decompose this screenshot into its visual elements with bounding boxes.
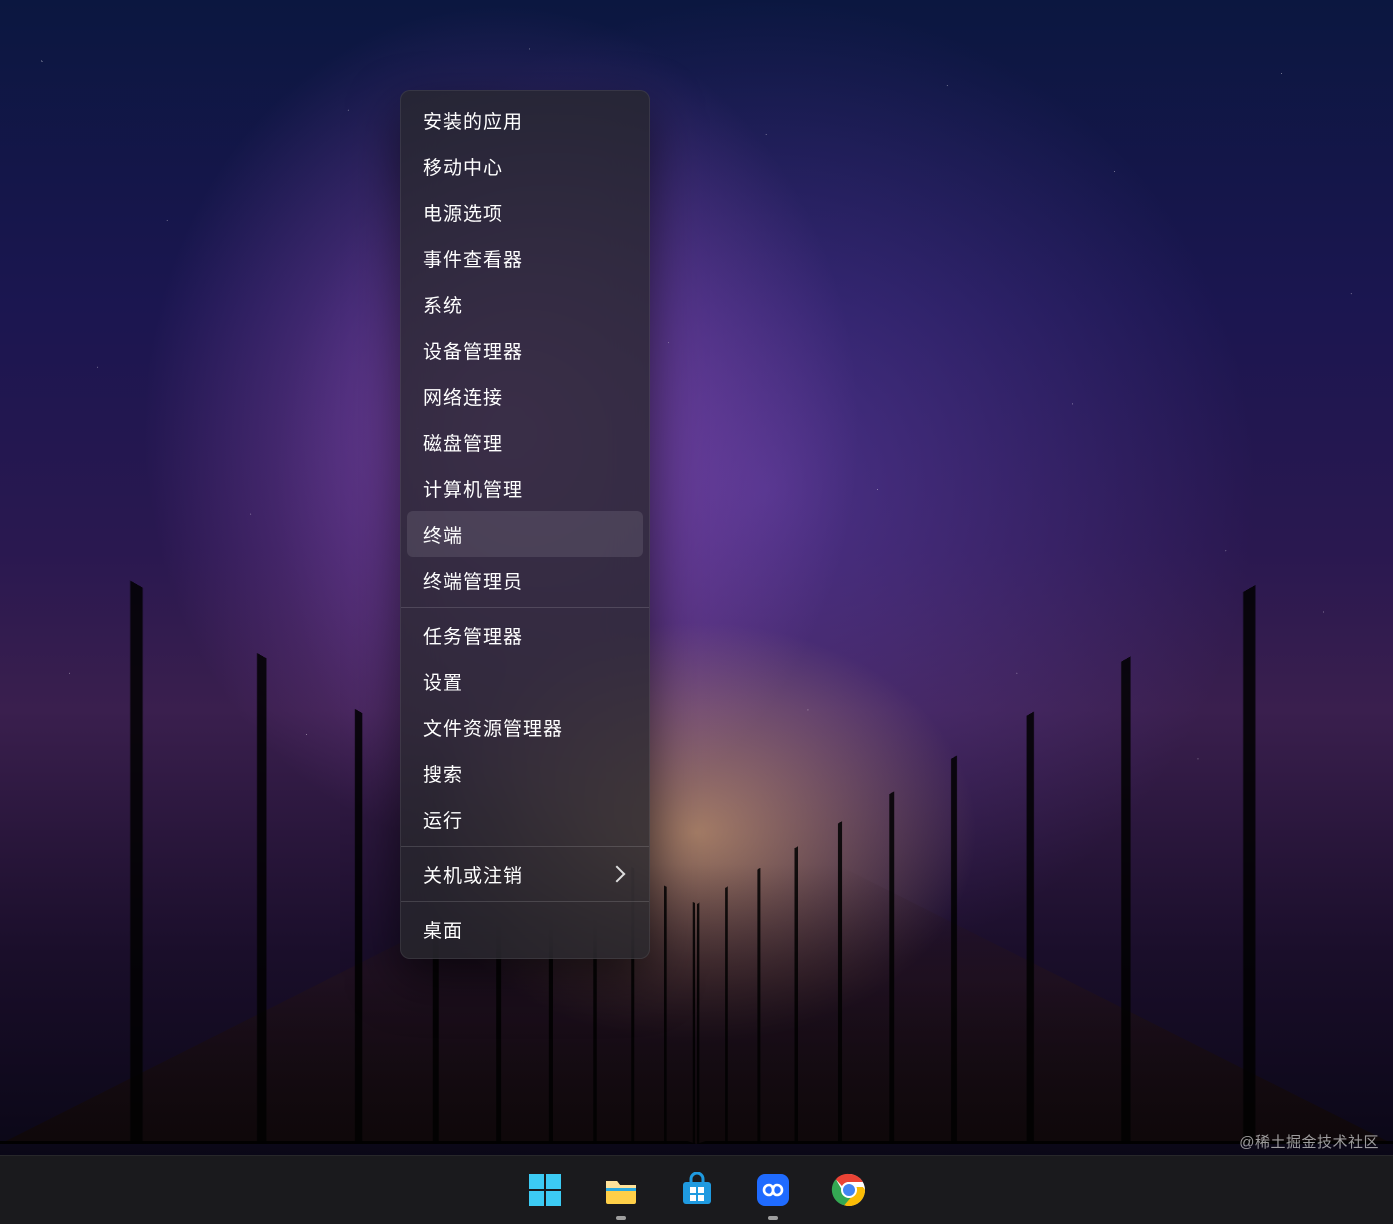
chrome-logo-icon — [831, 1172, 867, 1208]
menu-item-network-connections[interactable]: 网络连接 — [407, 373, 643, 419]
menu-item-task-manager[interactable]: 任务管理器 — [407, 612, 643, 658]
menu-item-label: 任务管理器 — [423, 622, 523, 649]
menu-item-label: 系统 — [423, 291, 463, 318]
menu-item-run[interactable]: 运行 — [407, 796, 643, 842]
start-context-menu: 安装的应用移动中心电源选项事件查看器系统设备管理器网络连接磁盘管理计算机管理终端… — [400, 90, 650, 959]
menu-item-desktop[interactable]: 桌面 — [407, 906, 643, 952]
menu-item-mobility-center[interactable]: 移动中心 — [407, 143, 643, 189]
menu-separator — [401, 901, 649, 902]
menu-item-label: 设置 — [423, 668, 463, 695]
menu-item-label: 桌面 — [423, 916, 463, 943]
desktop-wallpaper[interactable] — [0, 0, 1393, 1224]
chrome-icon[interactable] — [825, 1166, 873, 1214]
menu-item-device-manager[interactable]: 设备管理器 — [407, 327, 643, 373]
menu-item-terminal-admin[interactable]: 终端管理员 — [407, 557, 643, 603]
menu-separator — [401, 607, 649, 608]
menu-item-file-explorer[interactable]: 文件资源管理器 — [407, 704, 643, 750]
menu-item-label: 关机或注销 — [423, 861, 523, 888]
windows-logo-icon — [527, 1172, 563, 1208]
menu-item-search[interactable]: 搜索 — [407, 750, 643, 796]
menu-item-label: 终端管理员 — [423, 567, 523, 594]
file-explorer-icon[interactable] — [597, 1166, 645, 1214]
menu-item-label: 运行 — [423, 806, 463, 833]
menu-item-label: 电源选项 — [423, 199, 503, 226]
menu-item-label: 网络连接 — [423, 383, 503, 410]
menu-item-label: 磁盘管理 — [423, 429, 503, 456]
menu-item-installed-apps[interactable]: 安装的应用 — [407, 97, 643, 143]
menu-item-label: 计算机管理 — [423, 475, 523, 502]
taskbar — [0, 1155, 1393, 1224]
infinity-app-icon — [755, 1172, 791, 1208]
folder-icon — [603, 1172, 639, 1208]
menu-item-label: 设备管理器 — [423, 337, 523, 364]
menu-separator — [401, 846, 649, 847]
menu-item-disk-management[interactable]: 磁盘管理 — [407, 419, 643, 465]
menu-item-system[interactable]: 系统 — [407, 281, 643, 327]
pinned-app-icon[interactable] — [749, 1166, 797, 1214]
menu-item-computer-management[interactable]: 计算机管理 — [407, 465, 643, 511]
menu-item-label: 文件资源管理器 — [423, 714, 563, 741]
watermark-text: @稀土掘金技术社区 — [1239, 1131, 1379, 1152]
menu-item-label: 事件查看器 — [423, 245, 523, 272]
menu-item-label: 移动中心 — [423, 153, 503, 180]
menu-item-label: 搜索 — [423, 760, 463, 787]
menu-item-terminal[interactable]: 终端 — [407, 511, 643, 557]
store-icon — [679, 1172, 715, 1208]
menu-item-label: 终端 — [423, 521, 463, 548]
menu-item-shutdown-signout[interactable]: 关机或注销 — [407, 851, 643, 897]
menu-item-power-options[interactable]: 电源选项 — [407, 189, 643, 235]
chevron-right-icon — [609, 866, 626, 883]
menu-item-event-viewer[interactable]: 事件查看器 — [407, 235, 643, 281]
start-button[interactable] — [521, 1166, 569, 1214]
microsoft-store-icon[interactable] — [673, 1166, 721, 1214]
menu-item-settings[interactable]: 设置 — [407, 658, 643, 704]
menu-item-label: 安装的应用 — [423, 107, 523, 134]
